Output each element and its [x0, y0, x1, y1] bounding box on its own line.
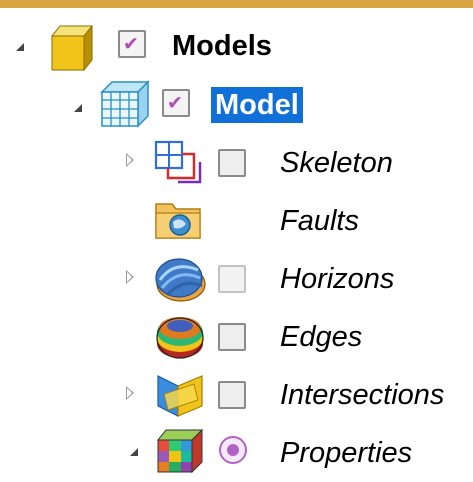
- skeleton-checkbox[interactable]: [218, 149, 246, 177]
- expander-expanded-icon[interactable]: [130, 448, 138, 456]
- tree-node-label: Intersections: [280, 379, 445, 411]
- expander-expanded-icon[interactable]: [16, 43, 24, 51]
- tree-node-label: Properties: [280, 437, 413, 469]
- tree-node-model[interactable]: ✔ Model: [0, 76, 473, 134]
- faults-folder-icon: [154, 198, 204, 247]
- tree-node-label: Faults: [280, 205, 359, 237]
- tree-node-models[interactable]: ✔ Models: [0, 18, 473, 76]
- models-checkbox[interactable]: ✔: [118, 30, 146, 58]
- tree-node-label: Skeleton: [280, 147, 393, 179]
- tree-node-label: Model: [211, 87, 303, 123]
- tree-node-horizons[interactable]: Horizons: [0, 250, 473, 308]
- tree-node-skeleton[interactable]: Skeleton: [0, 134, 473, 192]
- check-mark-icon: ✔: [123, 34, 139, 55]
- horizons-checkbox[interactable]: [218, 265, 246, 293]
- properties-radio[interactable]: [217, 434, 249, 471]
- model-grid-icon: [100, 80, 150, 133]
- models-cube-icon: [48, 22, 98, 77]
- intersections-icon: [154, 370, 206, 425]
- model-checkbox[interactable]: ✔: [162, 89, 190, 117]
- expander-expanded-icon[interactable]: [74, 104, 82, 112]
- expander-collapsed-icon[interactable]: [126, 153, 134, 167]
- horizons-icon: [154, 254, 206, 309]
- edges-checkbox[interactable]: [218, 323, 246, 351]
- tree-node-edges[interactable]: Edges: [0, 308, 473, 366]
- skeleton-icon: [154, 140, 204, 191]
- top-border: [0, 0, 473, 8]
- check-mark-icon: ✔: [167, 93, 183, 114]
- tree-node-label: Horizons: [280, 263, 395, 295]
- expander-collapsed-icon[interactable]: [126, 386, 134, 400]
- tree-node-label: Edges: [280, 321, 363, 353]
- edges-icon: [154, 314, 206, 367]
- properties-icon: [156, 428, 204, 479]
- tree-node-faults[interactable]: Faults: [0, 192, 473, 250]
- tree-node-intersections[interactable]: Intersections: [0, 366, 473, 424]
- tree-node-properties[interactable]: Properties: [0, 424, 473, 482]
- tree-node-label: Models: [172, 30, 272, 62]
- intersections-checkbox[interactable]: [218, 381, 246, 409]
- expander-collapsed-icon[interactable]: [126, 270, 134, 284]
